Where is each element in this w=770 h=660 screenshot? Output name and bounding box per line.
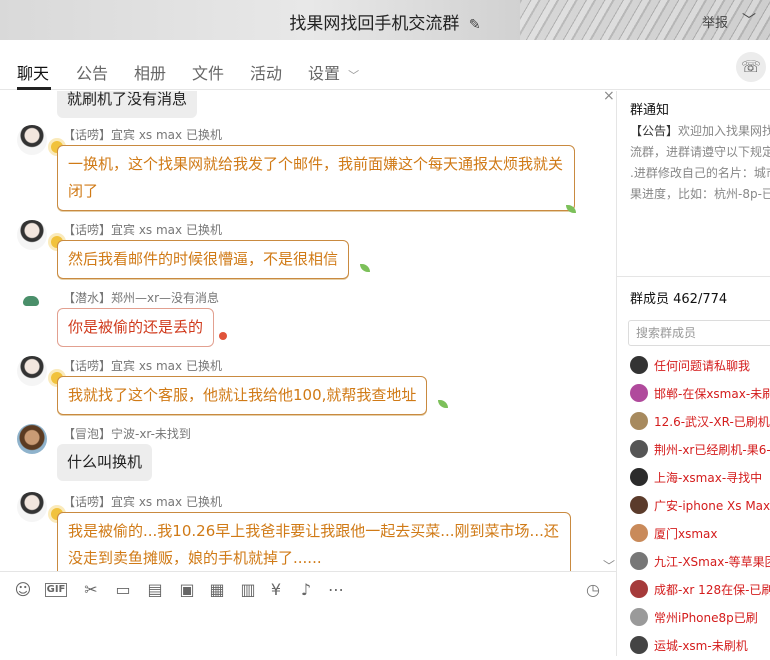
window-title: 找果网找回手机交流群 ✎ <box>0 9 770 34</box>
member-name: 邯郸-在保xsmax-未刷 <box>654 387 770 401</box>
phone-icon[interactable]: ☏ <box>736 52 766 82</box>
more-icon[interactable]: ⋯ <box>325 578 347 602</box>
member-name: 12.6-武汉-XR-已刷机 <box>654 415 770 429</box>
avatar[interactable] <box>17 288 47 318</box>
emoji-icon[interactable]: ☺ <box>12 578 34 602</box>
sender-info[interactable]: 【话唠】宜宾 xs max 已换机 <box>63 221 222 238</box>
tab-settings[interactable]: 设置 ﹀ <box>308 60 359 84</box>
notice-line: 流群，进群请遵守以下规定 <box>630 145 770 159</box>
title-bar: 找果网找回手机交流群 ✎ 举报 ﹀ <box>0 0 770 40</box>
notice-line: .进群修改自己的名片：城市 <box>630 166 770 180</box>
card-icon[interactable]: ▦ <box>206 578 228 602</box>
member-item[interactable]: 任何问题请私聊我 <box>630 352 770 380</box>
divider <box>617 276 770 277</box>
tab-bar: 聊天 公告 相册 文件 活动 设置 ﹀ <box>0 40 770 90</box>
member-name: 广安-iphone Xs Max <box>654 499 770 513</box>
avatar <box>630 524 648 542</box>
avatar <box>630 496 648 514</box>
message-bubble: 什么叫换机 <box>57 444 153 481</box>
chevron-down-icon[interactable]: ﹀ <box>742 10 756 30</box>
document-icon[interactable]: ▤ <box>144 578 166 602</box>
notice-title: 群通知 <box>630 103 670 118</box>
sender-info[interactable]: 【话唠】宜宾 xs max 已换机 <box>63 357 222 374</box>
message-bubble: 一换机，这个找果网就给我发了个邮件，我前面嫌这个每天通报太烦我就关闭了 <box>57 145 575 211</box>
message-bubble: 你是被偷的还是丢的 <box>57 308 215 347</box>
avatar[interactable] <box>17 492 47 522</box>
avatar <box>630 440 648 458</box>
avatar <box>630 580 648 598</box>
bubble-leaf-icon <box>360 264 370 272</box>
divider <box>0 571 616 572</box>
member-item[interactable]: 上海-xsmax-寻找中 <box>630 464 770 492</box>
history-icon[interactable]: ◷ <box>586 578 600 602</box>
report-button[interactable]: 举报 <box>702 12 728 31</box>
avatar <box>630 412 648 430</box>
message-bubble: 我就找了这个客服，他就让我给他100,就帮我查地址 <box>57 376 428 415</box>
avatar[interactable] <box>17 356 47 386</box>
folder-icon[interactable]: ▭ <box>112 578 134 602</box>
sender-info[interactable]: 【潜水】郑州—xr—没有消息 <box>63 289 219 306</box>
avatar <box>630 384 648 402</box>
avatar <box>630 356 648 374</box>
avatar[interactable] <box>17 125 47 155</box>
tab-settings-label: 设置 <box>308 64 341 83</box>
member-search-input[interactable]: 搜索群成员 <box>628 320 770 346</box>
member-item[interactable]: 九江-XSmax-等草果团 <box>630 548 770 576</box>
active-tab-indicator <box>17 87 51 90</box>
sender-info[interactable]: 【话唠】宜宾 xs max 已换机 <box>63 126 222 143</box>
member-list: 任何问题请私聊我 邯郸-在保xsmax-未刷 12.6-武汉-XR-已刷机 荆州… <box>630 352 770 660</box>
avatar[interactable] <box>17 424 47 454</box>
avatar <box>630 608 648 626</box>
bubble-decoration-icon <box>219 332 227 340</box>
message-bubble: 就刷机了没有消息 <box>57 91 198 118</box>
member-item[interactable]: 广安-iphone Xs Max <box>630 492 770 520</box>
member-name: 运城-xsm-未刷机 <box>654 639 748 653</box>
avatar <box>630 636 648 654</box>
bubble-leaf-icon <box>438 400 448 408</box>
notice-tag: 【公告】 <box>630 124 679 138</box>
member-item[interactable]: 荆州-xr已经刷机-果6- <box>630 436 770 464</box>
notice-line: 欢迎加入找果网找回 <box>678 124 770 138</box>
image-icon[interactable]: ▣ <box>176 578 198 602</box>
message-bubble: 然后我看邮件的时候很懵逼，不是很相信 <box>57 240 350 279</box>
tab-chat[interactable]: 聊天 <box>17 60 49 84</box>
member-name: 成都-xr 128在保-已刷 <box>654 583 770 597</box>
members-title: 群成员 462/774 <box>630 292 728 307</box>
red-packet-icon[interactable]: ¥ <box>265 578 287 602</box>
avatar <box>630 552 648 570</box>
chevron-down-icon: ﹀ <box>348 69 360 82</box>
member-item[interactable]: 常州iPhone8p已刷 <box>630 604 770 632</box>
tab-album[interactable]: 相册 <box>134 60 166 84</box>
gif-icon[interactable]: GIF <box>45 583 67 597</box>
member-name: 荆州-xr已经刷机-果6- <box>654 443 770 457</box>
member-item[interactable]: 邯郸-在保xsmax-未刷 <box>630 380 770 408</box>
close-icon[interactable]: × <box>603 88 615 104</box>
gift-icon[interactable]: ▥ <box>237 578 259 602</box>
avatar[interactable] <box>17 220 47 250</box>
member-name: 九江-XSmax-等草果团 <box>654 555 770 569</box>
member-name: 上海-xsmax-寻找中 <box>654 471 763 485</box>
chat-message-area[interactable]: 就刷机了没有消息 【话唠】宜宾 xs max 已换机 一换机，这个找果网就给我发… <box>0 91 616 571</box>
group-side-panel: 群通知 【公告】欢迎加入找果网找回 流群，进群请遵守以下规定 .进群修改自己的名… <box>617 91 770 656</box>
tab-activity[interactable]: 活动 <box>250 60 282 84</box>
sender-info[interactable]: 【话唠】宜宾 xs max 已换机 <box>63 493 222 510</box>
member-item[interactable]: 厦门xsmax <box>630 520 770 548</box>
notice-line: 果进度，比如：杭州-8p-已 <box>630 187 770 201</box>
edit-icon[interactable]: ✎ <box>469 17 481 33</box>
notice-content[interactable]: 【公告】欢迎加入找果网找回 流群，进群请遵守以下规定 .进群修改自己的名片：城市… <box>630 121 770 205</box>
member-item[interactable]: 成都-xr 128在保-已刷 <box>630 576 770 604</box>
member-name: 任何问题请私聊我 <box>654 359 751 373</box>
tab-files[interactable]: 文件 <box>192 60 224 84</box>
scissors-icon[interactable]: ✂ <box>80 578 102 602</box>
tab-announcement[interactable]: 公告 <box>76 60 108 84</box>
input-toolbar: ☺ GIF ✂ ▭ ▤ ▣ ▦ ▥ ¥ ♪ ⋯ ◷ <box>0 578 616 604</box>
sender-info[interactable]: 【冒泡】宁波-xr-未找到 <box>63 425 191 442</box>
avatar <box>630 468 648 486</box>
member-name: 常州iPhone8p已刷 <box>654 611 758 625</box>
member-name: 厦门xsmax <box>654 527 718 541</box>
message-bubble: 我是被偷的...我10.26早上我爸非要让我跟他一起去买菜...刚到菜市场...… <box>57 512 571 571</box>
bell-off-icon[interactable]: ♪ <box>295 578 317 602</box>
group-name: 找果网找回手机交流群 <box>289 14 460 34</box>
member-item[interactable]: 12.6-武汉-XR-已刷机 <box>630 408 770 436</box>
